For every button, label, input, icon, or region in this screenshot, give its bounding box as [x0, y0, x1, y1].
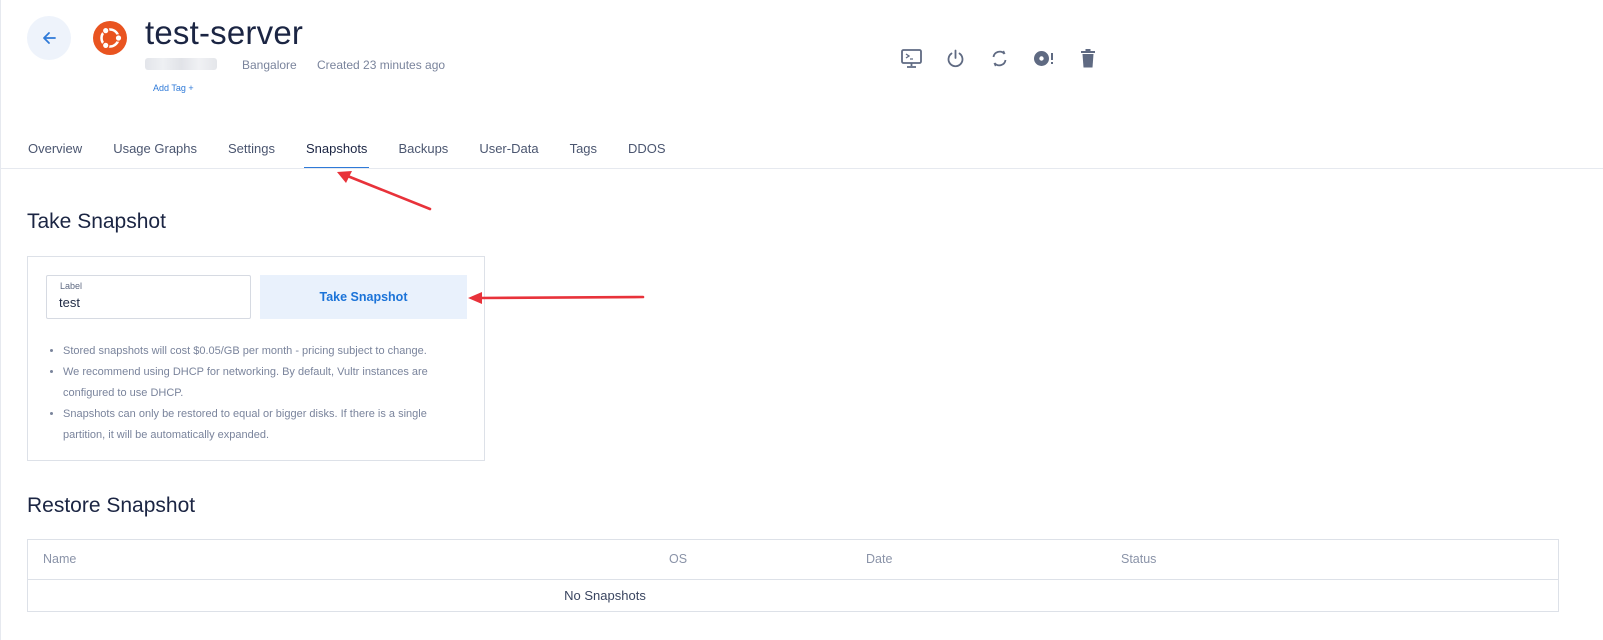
- snapshot-notes: Stored snapshots will cost $0.05/GB per …: [63, 341, 463, 446]
- tabs-divider: [0, 168, 1603, 169]
- column-header-date[interactable]: Date: [866, 552, 892, 566]
- power-icon[interactable]: [944, 47, 967, 70]
- take-snapshot-button[interactable]: Take Snapshot: [260, 275, 467, 319]
- server-location: Bangalore: [242, 58, 297, 72]
- ip-address-redacted: [145, 58, 217, 70]
- no-snapshots-message: No Snapshots: [564, 588, 646, 603]
- reinstall-disc-icon[interactable]: [1032, 47, 1055, 70]
- annotation-arrow-tab: [337, 171, 432, 211]
- snapshot-note-dhcp: We recommend using DHCP for networking. …: [63, 362, 463, 404]
- tab-user-data[interactable]: User-Data: [479, 141, 538, 169]
- snapshot-label-input[interactable]: [59, 295, 239, 310]
- column-header-status[interactable]: Status: [1121, 552, 1156, 566]
- snapshots-table: Name OS Date Status No Snapshots: [27, 539, 1559, 612]
- restore-snapshot-heading: Restore Snapshot: [27, 494, 196, 517]
- back-button[interactable]: [27, 16, 71, 60]
- server-title: test-server: [145, 14, 304, 51]
- tab-backups[interactable]: Backups: [398, 141, 448, 169]
- arrow-left-icon: [43, 32, 56, 44]
- trash-icon[interactable]: [1076, 47, 1099, 70]
- server-tabs: Overview Usage Graphs Settings Snapshots…: [28, 141, 697, 169]
- server-created-time: Created 23 minutes ago: [317, 58, 446, 72]
- snapshot-label-caption: Label: [60, 281, 83, 291]
- annotation-arrow-button: [468, 292, 645, 304]
- column-header-name[interactable]: Name: [43, 552, 76, 566]
- ubuntu-logo-icon: [93, 21, 127, 55]
- take-snapshot-panel: Label Take Snapshot Stored snapshots wil…: [27, 256, 485, 461]
- tab-settings[interactable]: Settings: [228, 141, 275, 169]
- add-tag-link[interactable]: Add Tag +: [153, 83, 194, 93]
- column-header-os[interactable]: OS: [669, 552, 687, 566]
- snapshot-note-pricing: Stored snapshots will cost $0.05/GB per …: [63, 341, 463, 362]
- tab-snapshots[interactable]: Snapshots: [303, 141, 370, 169]
- restart-icon[interactable]: [988, 47, 1011, 70]
- server-actions: [900, 47, 1099, 70]
- snapshots-table-header: Name OS Date Status: [28, 540, 1558, 580]
- console-icon[interactable]: [900, 47, 923, 70]
- page-left-border: [0, 0, 1, 640]
- tab-usage-graphs[interactable]: Usage Graphs: [113, 141, 197, 169]
- tab-tags[interactable]: Tags: [570, 141, 597, 169]
- snapshot-label-field[interactable]: Label: [46, 275, 251, 319]
- snapshot-note-disks: Snapshots can only be restored to equal …: [63, 404, 463, 446]
- tab-ddos[interactable]: DDOS: [628, 141, 666, 169]
- tab-overview[interactable]: Overview: [28, 141, 82, 169]
- take-snapshot-heading: Take Snapshot: [27, 210, 166, 233]
